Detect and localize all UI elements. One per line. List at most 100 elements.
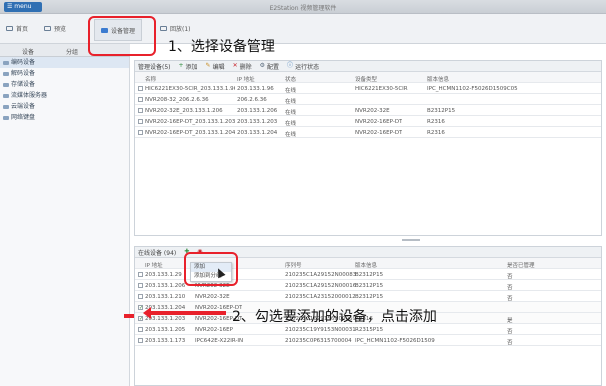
row-checkbox[interactable] <box>138 327 143 332</box>
col-name[interactable]: 名称 <box>145 75 156 83</box>
col-status[interactable]: 状态 <box>285 75 296 83</box>
tab-playback[interactable]: 回放(1) <box>160 24 191 33</box>
cell-status: 在线 <box>285 88 297 94</box>
cell-type: NVR202-16EP-DT <box>355 119 403 125</box>
arrow-step2 <box>143 307 226 319</box>
row-checkbox[interactable] <box>138 86 143 91</box>
edit-button[interactable]: ✎ 编辑 <box>206 62 225 71</box>
table-row[interactable]: NVR202-32E_203.133.1.206 203.133.1.206 在… <box>135 105 601 116</box>
delete-button[interactable]: ✕ 删除 <box>233 62 252 71</box>
status-label: 运行状态 <box>295 63 320 71</box>
cell-name: NVR202-16EP-DT_203.133.1.204 <box>145 130 235 136</box>
tab-home-label: 首页 <box>16 26 29 33</box>
row-checkbox[interactable] <box>138 130 143 135</box>
table-row[interactable]: 203.133.1.210 NVR202-32E 210235C1A231520… <box>135 291 601 302</box>
row-checkbox[interactable] <box>138 272 143 277</box>
folder-icon <box>3 60 9 65</box>
sidebar-item-keyboard[interactable]: 网络键盘 <box>0 112 129 123</box>
sidebar-item-encoding[interactable]: 编码设备 <box>0 57 129 68</box>
edit-label: 编辑 <box>212 63 225 71</box>
managed-table-header: 名称 IP 地址 状态 设备类型 版本信息 <box>135 72 601 83</box>
col-version[interactable]: 版本信息 <box>355 261 377 269</box>
cell-type: NVR202-32E <box>355 108 390 114</box>
cell-ip: 203.133.1.203 <box>237 119 278 125</box>
col-ip[interactable]: IP 地址 <box>145 261 163 269</box>
cell-ip: 203.133.1.204 <box>237 130 278 136</box>
cell-serial: 210235C0P6315700004 <box>285 338 352 344</box>
col-ip[interactable]: IP 地址 <box>237 75 255 83</box>
sidebar-item-storage[interactable]: 存储设备 <box>0 79 129 90</box>
table-row[interactable]: NVR202-16EP-DT_203.133.1.203 203.133.1.2… <box>135 116 601 127</box>
sidebar-item-cloud[interactable]: 云端设备 <box>0 101 129 112</box>
row-checkbox[interactable] <box>138 108 143 113</box>
annotation-check-mark <box>124 314 134 318</box>
sidebar-item-decoding[interactable]: 解码设备 <box>0 68 129 79</box>
online-count-label: 在线设备 (94) <box>138 248 176 257</box>
cell-managed: 是 <box>507 318 513 324</box>
table-row[interactable]: HIC6221EX30-5CIR_203.133.1.96 203.133.1.… <box>135 83 601 94</box>
subtab-devices[interactable]: 设备 <box>22 47 34 56</box>
cell-status: 在线 <box>285 121 297 127</box>
cell-name: NVR202-16EP-DT_203.133.1.203 <box>145 119 235 125</box>
add-label: 添加 <box>185 63 198 71</box>
sidebar-item-label: 编码设备 <box>11 59 36 66</box>
cell-serial: 210235C1A29152N00083 <box>285 272 357 278</box>
col-device-type[interactable]: 设备类型 <box>355 75 377 83</box>
cell-version: B2312P15 <box>355 294 384 300</box>
cell-ip: 203.133.1.29 <box>145 272 182 278</box>
subtab-groups[interactable]: 分组 <box>66 47 78 56</box>
cell-model: NVR202-32E <box>195 294 230 300</box>
config-button[interactable]: ⚙ 配置 <box>260 62 279 71</box>
cell-managed: 否 <box>507 329 513 335</box>
folder-icon <box>3 82 9 87</box>
cell-model: IPC642E-X22IR-IN <box>195 338 244 344</box>
sidebar-item-media-server[interactable]: 流媒体服务器 <box>0 90 129 101</box>
device-category-sidebar: 编码设备 解码设备 存储设备 流媒体服务器 云端设备 网络键盘 <box>0 57 130 386</box>
config-label: 配置 <box>267 63 280 71</box>
cell-serial: 210235C1A23152000012 <box>285 294 356 300</box>
tab-home[interactable]: 首页 <box>6 24 28 33</box>
sidebar-item-label: 存储设备 <box>11 81 36 88</box>
highlight-box-add-menu <box>184 252 238 286</box>
cell-managed: 否 <box>507 296 513 302</box>
row-checkbox[interactable] <box>138 97 143 102</box>
cell-status: 在线 <box>285 110 297 116</box>
managed-toolbar: 管理设备(5) + 添加 ✎ 编辑 ✕ 删除 ⚙ 配置 ⓘ 运行状态 <box>135 61 601 72</box>
grid-icon <box>6 26 13 31</box>
row-checkbox[interactable] <box>138 119 143 124</box>
app-title: E2Station 视频管理软件 <box>269 5 337 12</box>
cell-ip: 203.133.1.205 <box>145 327 186 333</box>
cell-ip: 206.2.6.36 <box>237 97 267 103</box>
cell-name: NVR208-32_206.2.6.36 <box>145 97 209 103</box>
row-checkbox[interactable] <box>138 294 143 299</box>
cell-status: 在线 <box>285 132 297 138</box>
row-checkbox[interactable] <box>138 283 143 288</box>
managed-count-text: 管理设备(5) <box>138 63 171 71</box>
sidebar-item-label: 解码设备 <box>11 70 36 77</box>
tab-preview[interactable]: 预览 <box>44 24 66 33</box>
managed-devices-panel: 管理设备(5) + 添加 ✎ 编辑 ✕ 删除 ⚙ 配置 ⓘ 运行状态 名称 IP 地址 状… <box>134 60 602 236</box>
cell-status: 在线 <box>285 99 297 105</box>
cell-type: NVR202-16EP-DT <box>355 130 403 136</box>
sidebar-item-label: 流媒体服务器 <box>11 92 48 99</box>
table-row[interactable]: 203.133.1.173 IPC642E-X22IR-IN 210235C0P… <box>135 335 601 346</box>
gear-icon: ⚙ <box>259 62 266 69</box>
col-managed[interactable]: 是否已管理 <box>507 261 535 269</box>
table-row[interactable]: NVR208-32_206.2.6.36 206.2.6.36 在线 <box>135 94 601 105</box>
panel-splitter[interactable] <box>134 238 602 244</box>
monitor-icon <box>44 26 51 31</box>
status-button[interactable]: ⓘ 运行状态 <box>287 62 319 71</box>
col-version[interactable]: 版本信息 <box>427 75 449 83</box>
table-row[interactable]: NVR202-16EP-DT_203.133.1.204 203.133.1.2… <box>135 127 601 138</box>
splitter-grip[interactable] <box>402 239 420 241</box>
folder-icon <box>3 115 9 120</box>
col-serial[interactable]: 序列号 <box>285 261 302 269</box>
add-button[interactable]: + 添加 <box>179 62 198 71</box>
cell-managed: 否 <box>507 340 513 346</box>
cell-version: B2312P15 <box>355 283 384 289</box>
row-checkbox[interactable] <box>138 338 143 343</box>
cell-version: B2312P15 <box>427 108 456 114</box>
cell-serial: 210235C1A29152N00016 <box>285 283 357 289</box>
pencil-icon: ✎ <box>205 62 211 69</box>
folder-icon <box>3 71 9 76</box>
